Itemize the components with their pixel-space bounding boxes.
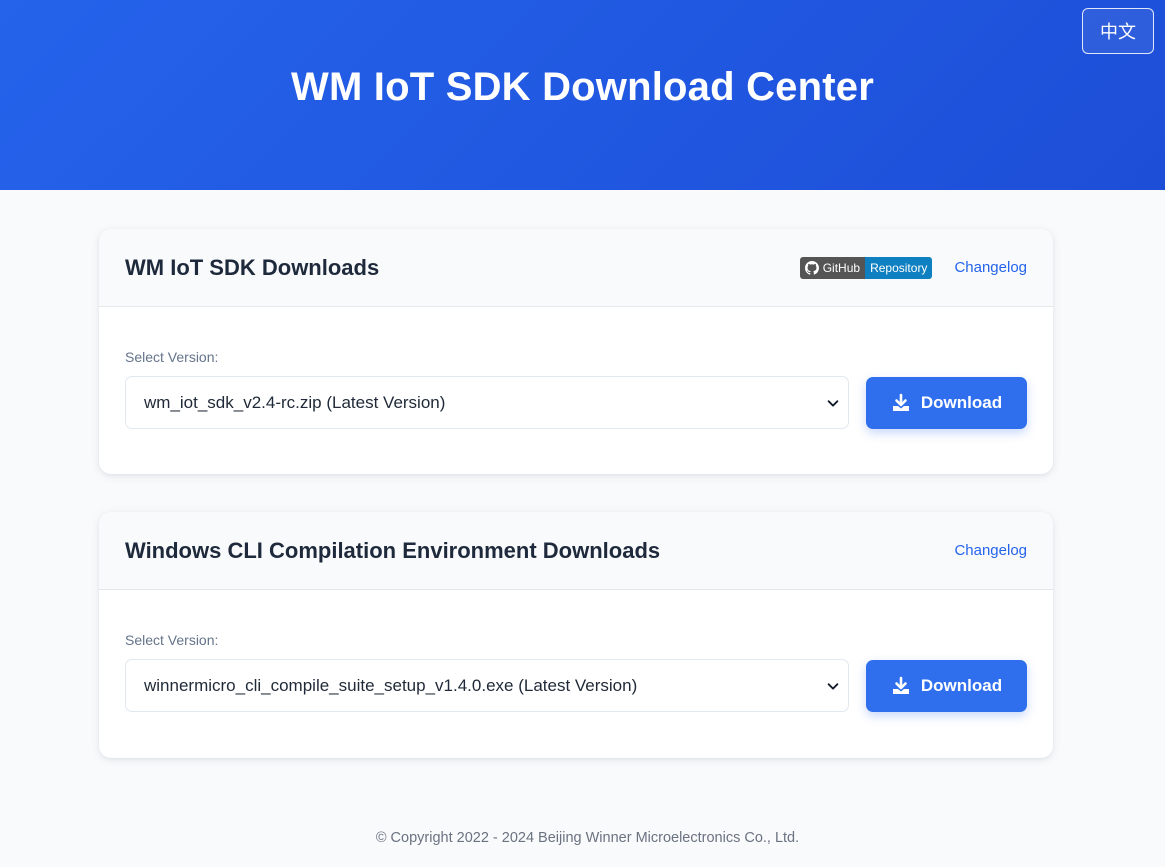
badge-left: GitHub	[799, 256, 866, 279]
download-icon	[892, 676, 909, 694]
page-header: WM IoT SDK Download Center 中文	[0, 0, 1165, 190]
badge-right: Repository	[865, 256, 933, 279]
cli-download-button[interactable]: Download	[866, 659, 1027, 712]
chevron-down-icon	[827, 399, 839, 407]
download-row: wm_iot_sdk_v2.4-rc.zip (Latest Version) …	[125, 376, 1027, 429]
badge-left-label: GitHub	[822, 260, 861, 275]
chevron-down-icon	[827, 682, 839, 690]
footer-copyright: © Copyright 2022 - 2024 Beijing Winner M…	[375, 830, 800, 846]
language-toggle-button[interactable]: 中文	[1082, 8, 1154, 54]
card-header: WM IoT SDK Downloads GitHub Repository C…	[99, 229, 1053, 307]
selected-version-text: wm_iot_sdk_v2.4-rc.zip (Latest Version)	[144, 392, 446, 412]
card-title: WM IoT SDK Downloads	[125, 254, 380, 280]
download-icon	[892, 393, 909, 411]
github-repository-badge[interactable]: GitHub Repository	[799, 256, 933, 279]
card-header-actions: GitHub Repository Changelog	[799, 256, 1027, 279]
cli-changelog-link[interactable]: Changelog	[954, 542, 1027, 559]
download-row: winnermicro_cli_compile_suite_setup_v1.4…	[125, 659, 1027, 712]
download-button-label: Download	[920, 392, 1003, 412]
card-body: Select Version: winnermicro_cli_compile_…	[99, 590, 1053, 712]
download-button-label: Download	[920, 675, 1003, 695]
cli-download-card: Windows CLI Compilation Environment Down…	[99, 512, 1053, 758]
page-title: WM IoT SDK Download Center	[291, 64, 874, 109]
select-version-label: Select Version:	[125, 349, 219, 365]
cli-version-select[interactable]: winnermicro_cli_compile_suite_setup_v1.4…	[125, 659, 849, 712]
sdk-changelog-link[interactable]: Changelog	[954, 259, 1027, 276]
badge-right-label: Repository	[870, 260, 928, 275]
sdk-download-button[interactable]: Download	[866, 376, 1027, 429]
selected-version-text: winnermicro_cli_compile_suite_setup_v1.4…	[144, 675, 638, 695]
card-header: Windows CLI Compilation Environment Down…	[99, 512, 1053, 590]
github-icon	[804, 260, 819, 275]
sdk-download-card: WM IoT SDK Downloads GitHub Repository C…	[99, 229, 1053, 474]
card-title: Windows CLI Compilation Environment Down…	[125, 537, 661, 563]
select-version-label: Select Version:	[125, 632, 219, 648]
card-header-actions: Changelog	[954, 542, 1027, 559]
sdk-version-select[interactable]: wm_iot_sdk_v2.4-rc.zip (Latest Version)	[125, 376, 849, 429]
card-body: Select Version: wm_iot_sdk_v2.4-rc.zip (…	[99, 307, 1053, 429]
